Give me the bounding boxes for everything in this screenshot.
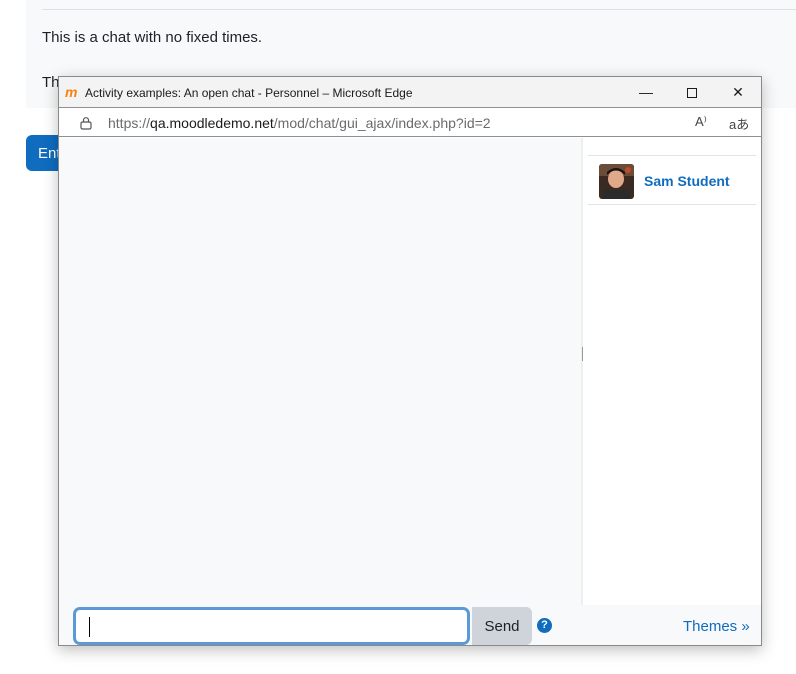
text-caret [89, 617, 90, 637]
avatar-photo-icon [599, 164, 634, 199]
partial-text: Th [42, 74, 60, 91]
window-titlebar: m Activity examples: An open chat - Pers… [59, 77, 761, 107]
close-button[interactable]: ✕ [715, 77, 761, 107]
translate-icon[interactable]: aあ [729, 114, 749, 133]
url-prefix: https:// [108, 115, 151, 131]
chat-popup-window: m Activity examples: An open chat - Pers… [58, 76, 762, 646]
url-host: qa.moodledemo.net [150, 115, 274, 131]
url-text[interactable]: https://qa.moodledemo.net/mod/chat/gui_a… [108, 115, 491, 131]
user-list-item[interactable]: Sam Student [588, 155, 756, 205]
themes-link[interactable]: Themes » [683, 618, 750, 635]
chat-input-bar: Send ? Themes » [59, 605, 761, 645]
user-list: Sam Student [583, 138, 761, 605]
lock-icon [80, 117, 92, 130]
help-icon[interactable]: ? [537, 618, 552, 633]
chat-intro-text: This is a chat with no fixed times. [42, 29, 263, 46]
minimize-button[interactable]: — [623, 77, 669, 107]
maximize-button[interactable] [669, 77, 715, 107]
url-path: /mod/chat/gui_ajax/index.php?id=2 [273, 115, 491, 131]
address-bar[interactable]: https://qa.moodledemo.net/mod/chat/gui_a… [59, 107, 761, 137]
user-name[interactable]: Sam Student [644, 173, 730, 189]
maximize-icon [687, 88, 697, 99]
window-title: Activity examples: An open chat - Person… [85, 86, 413, 100]
message-input[interactable] [73, 607, 470, 645]
read-aloud-icon[interactable]: A⁾ [695, 114, 707, 130]
chat-messages-area [59, 138, 581, 605]
moodle-icon: m [65, 84, 78, 100]
send-button[interactable]: Send [472, 607, 532, 645]
divider [42, 9, 796, 10]
avatar [599, 164, 634, 199]
